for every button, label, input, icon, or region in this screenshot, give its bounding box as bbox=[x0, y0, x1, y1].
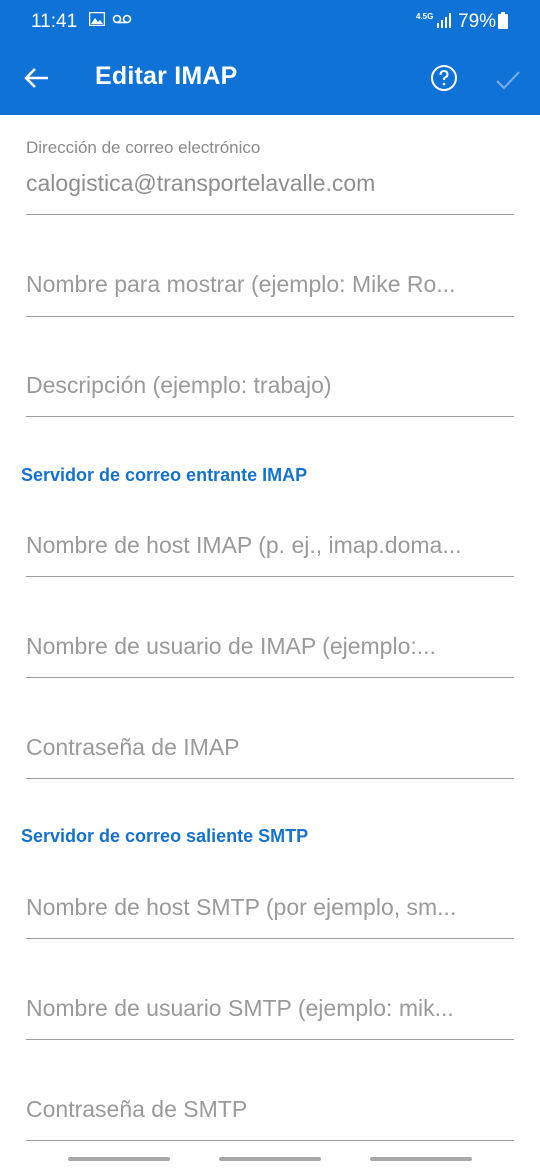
description-underline bbox=[26, 416, 514, 417]
smtp-user-underline bbox=[26, 1039, 514, 1040]
imap-password-field bbox=[26, 729, 514, 781]
gallery-notification-icon bbox=[89, 12, 105, 26]
smtp-user-input[interactable] bbox=[26, 993, 514, 1023]
status-time: 11:41 bbox=[31, 11, 78, 32]
imap-password-input[interactable] bbox=[26, 732, 514, 762]
display-name-underline bbox=[26, 316, 514, 317]
imap-user-input[interactable] bbox=[26, 631, 514, 661]
description-input[interactable] bbox=[26, 370, 514, 400]
email-field: Dirección de correo electrónico calogist… bbox=[26, 138, 514, 216]
email-label: Dirección de correo electrónico bbox=[26, 138, 261, 157]
voicemail-icon bbox=[112, 14, 132, 24]
smtp-host-input[interactable] bbox=[26, 892, 514, 922]
email-underline bbox=[26, 214, 514, 215]
imap-host-underline bbox=[26, 576, 514, 577]
nav-recent-apps-button[interactable] bbox=[68, 1157, 170, 1161]
imap-password-underline bbox=[26, 778, 514, 779]
imap-host-field bbox=[26, 527, 514, 579]
smtp-password-input[interactable] bbox=[26, 1094, 514, 1124]
network-type-label: 4.5G bbox=[416, 12, 434, 21]
email-value: calogistica@transportelavalle.com bbox=[26, 170, 376, 196]
imap-user-underline bbox=[26, 677, 514, 678]
smtp-user-field bbox=[26, 990, 514, 1042]
smtp-host-field bbox=[26, 889, 514, 941]
imap-section-header: Servidor de correo entrante IMAP bbox=[21, 465, 308, 485]
smtp-section-header: Servidor de correo saliente SMTP bbox=[21, 826, 309, 846]
signal-strength-icon bbox=[437, 13, 451, 28]
smtp-host-underline bbox=[26, 938, 514, 939]
smtp-password-field bbox=[26, 1091, 514, 1143]
nav-home-button[interactable] bbox=[219, 1157, 321, 1161]
display-name-field bbox=[26, 266, 514, 318]
imap-user-field bbox=[26, 628, 514, 680]
status-bar: 11:41 4.5G 79% bbox=[0, 0, 540, 42]
app-bar: 11:41 4.5G 79% Editar IMAP bbox=[0, 0, 540, 115]
display-name-input[interactable] bbox=[26, 269, 514, 299]
confirm-check-icon[interactable] bbox=[494, 66, 522, 94]
battery-icon bbox=[498, 12, 508, 29]
smtp-password-underline bbox=[26, 1140, 514, 1141]
battery-level: 79% bbox=[458, 11, 497, 32]
page-title: Editar IMAP bbox=[95, 62, 238, 90]
back-arrow-icon[interactable] bbox=[22, 63, 52, 93]
nav-back-button[interactable] bbox=[370, 1157, 472, 1161]
description-field bbox=[26, 367, 514, 419]
imap-host-input[interactable] bbox=[26, 530, 514, 560]
help-icon[interactable] bbox=[430, 64, 458, 92]
